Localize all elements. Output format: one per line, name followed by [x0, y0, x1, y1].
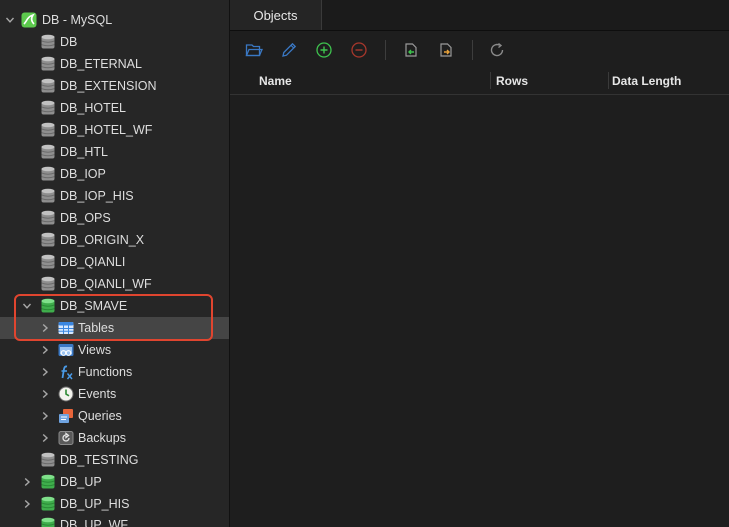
- refresh-icon[interactable]: [488, 41, 506, 59]
- database-icon: [40, 210, 56, 226]
- tree-item-functions[interactable]: Functions: [0, 361, 229, 383]
- delete-table-icon[interactable]: [350, 41, 368, 59]
- selection-highlight-box: [14, 294, 213, 341]
- database-label: DB_QIANLI_WF: [60, 277, 152, 291]
- objects-toolbar: [230, 31, 729, 67]
- database-icon: [40, 254, 56, 270]
- database-icon: [40, 517, 56, 527]
- database-item[interactable]: DB_OPS: [0, 207, 229, 229]
- new-table-icon[interactable]: [315, 41, 333, 59]
- database-icon: [40, 78, 56, 94]
- database-label: DB_HOTEL: [60, 101, 126, 115]
- database-icon: [40, 34, 56, 50]
- mysql-connection-icon: [21, 12, 37, 28]
- function-icon: [58, 364, 74, 380]
- database-icon: [40, 144, 56, 160]
- database-item[interactable]: DB_UP_WF: [0, 514, 229, 527]
- export-icon[interactable]: [437, 41, 455, 59]
- database-item[interactable]: DB_HOTEL_WF: [0, 119, 229, 141]
- tree-item-label: Views: [78, 343, 112, 357]
- database-label: DB_HOTEL_WF: [60, 123, 153, 137]
- views-icon: [58, 342, 74, 358]
- database-label: DB_EXTENSION: [60, 79, 157, 93]
- database-icon: [40, 452, 56, 468]
- database-icon: [40, 496, 56, 512]
- database-item[interactable]: DB_TESTING: [0, 449, 229, 471]
- tree-item-queries[interactable]: Queries: [0, 405, 229, 427]
- database-label: DB_IOP: [60, 167, 106, 181]
- tab-bar: Objects: [230, 0, 729, 31]
- tree-item-label: Events: [78, 387, 117, 401]
- objects-panel: Objects Name Rows Data Length: [230, 0, 729, 527]
- column-header-name[interactable]: Name: [259, 67, 292, 95]
- chevron-right-icon[interactable]: [21, 471, 33, 493]
- database-label: DB_OPS: [60, 211, 111, 225]
- objects-list-empty[interactable]: [230, 95, 729, 527]
- column-header-rows[interactable]: Rows: [496, 67, 528, 95]
- database-item[interactable]: DB_QIANLI: [0, 251, 229, 273]
- database-icon: [40, 188, 56, 204]
- navigation-sidebar: DB - MySQL DB DB_ETERNAL DB_EXTENSION DB…: [0, 0, 230, 527]
- database-icon: [40, 100, 56, 116]
- query-icon: [58, 408, 74, 424]
- chevron-right-icon[interactable]: [39, 339, 51, 361]
- database-label: DB: [60, 35, 78, 49]
- backup-icon: [58, 430, 74, 446]
- database-icon: [40, 232, 56, 248]
- tree-item-views[interactable]: Views: [0, 339, 229, 361]
- column-divider[interactable]: [490, 72, 491, 89]
- database-label: DB_UP: [60, 475, 102, 489]
- column-divider[interactable]: [608, 72, 609, 89]
- database-label: DB_UP_HIS: [60, 497, 130, 511]
- chevron-right-icon[interactable]: [21, 493, 33, 515]
- database-label: DB_ORIGIN_X: [60, 233, 145, 247]
- toolbar-divider: [472, 40, 473, 60]
- database-icon: [40, 474, 56, 490]
- open-table-icon[interactable]: [245, 41, 263, 59]
- chevron-right-icon[interactable]: [39, 405, 51, 427]
- chevron-down-icon[interactable]: [4, 9, 16, 31]
- tree-item-label: Functions: [78, 365, 133, 379]
- toolbar-divider: [385, 40, 386, 60]
- chevron-right-icon[interactable]: [39, 361, 51, 383]
- chevron-right-icon[interactable]: [39, 383, 51, 405]
- tree-item-label: Backups: [78, 431, 126, 445]
- database-label: DB_IOP_HIS: [60, 189, 134, 203]
- database-item[interactable]: DB_IOP: [0, 163, 229, 185]
- objects-table-header: Name Rows Data Length: [230, 67, 729, 95]
- column-header-data-length[interactable]: Data Length: [612, 67, 681, 95]
- database-icon: [40, 56, 56, 72]
- import-icon[interactable]: [402, 41, 420, 59]
- database-item[interactable]: DB_UP: [0, 471, 229, 493]
- database-item[interactable]: DB_UP_HIS: [0, 493, 229, 515]
- design-table-icon[interactable]: [280, 41, 298, 59]
- database-label: DB_TESTING: [60, 453, 139, 467]
- database-item[interactable]: DB_EXTENSION: [0, 75, 229, 97]
- chevron-right-icon[interactable]: [39, 427, 51, 449]
- database-item[interactable]: DB_QIANLI_WF: [0, 273, 229, 295]
- database-item[interactable]: DB_HTL: [0, 141, 229, 163]
- database-item[interactable]: DB_ORIGIN_X: [0, 229, 229, 251]
- database-item[interactable]: DB_ETERNAL: [0, 53, 229, 75]
- tree-item-backups[interactable]: Backups: [0, 427, 229, 449]
- database-label: DB_ETERNAL: [60, 57, 142, 71]
- database-item[interactable]: DB_HOTEL: [0, 97, 229, 119]
- database-label: DB_HTL: [60, 145, 108, 159]
- tree-item-label: Queries: [78, 409, 122, 423]
- database-label: DB_UP_WF: [60, 518, 129, 527]
- database-label: DB_QIANLI: [60, 255, 126, 269]
- database-icon: [40, 276, 56, 292]
- tree-item-events[interactable]: Events: [0, 383, 229, 405]
- database-item[interactable]: DB: [0, 31, 229, 53]
- tab-objects[interactable]: Objects: [230, 0, 322, 30]
- connection-label: DB - MySQL: [42, 13, 113, 27]
- database-icon: [40, 166, 56, 182]
- clock-icon: [58, 386, 74, 402]
- database-item[interactable]: DB_IOP_HIS: [0, 185, 229, 207]
- database-icon: [40, 122, 56, 138]
- connection-item[interactable]: DB - MySQL: [0, 9, 229, 31]
